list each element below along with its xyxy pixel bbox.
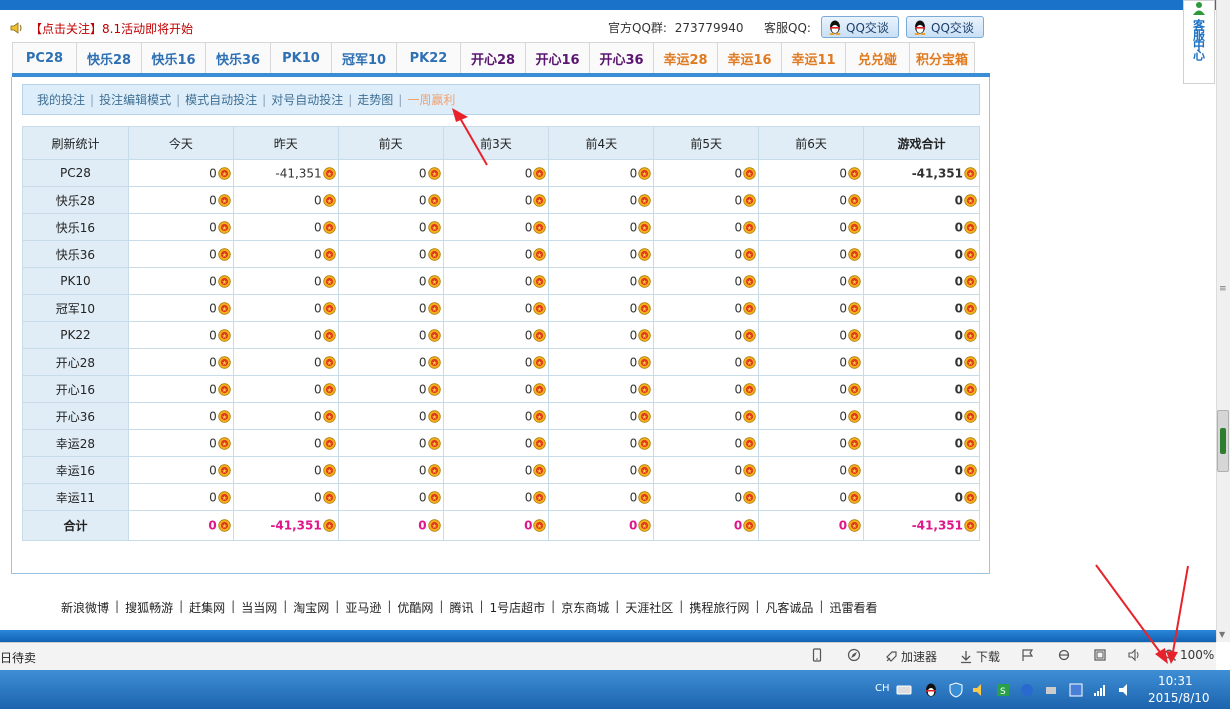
arrow-to-zoom-right — [1166, 565, 1189, 664]
annotation-arrows — [452, 108, 1189, 664]
arrow-to-weekly-profit — [452, 108, 488, 166]
arrow-to-zoom-left — [1095, 564, 1168, 664]
